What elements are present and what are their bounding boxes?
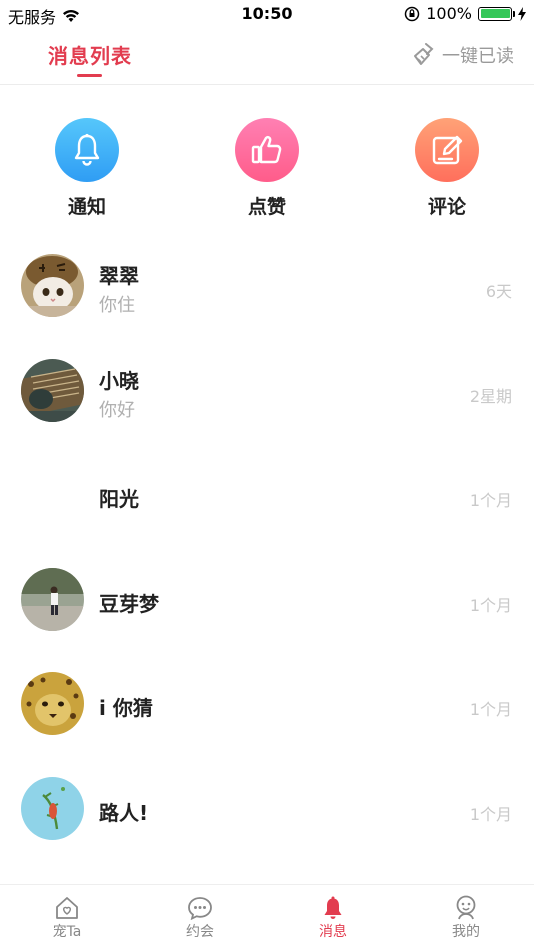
message-time: 1个月: [469, 700, 512, 719]
tab-pet[interactable]: 宠Ta: [27, 895, 107, 941]
battery-icon: [478, 6, 515, 21]
tab-bar: 宠Ta 约会 消息 我的: [0, 884, 534, 951]
tab-mine-label: 我的: [452, 924, 480, 940]
message-time: 1个月: [469, 804, 512, 824]
home-icon: [56, 897, 78, 919]
shortcut-bar: 通知 点赞 评论: [0, 118, 534, 228]
message-name: 阳光: [99, 487, 139, 511]
message-name: 翠翠: [99, 264, 139, 288]
charging-icon: [518, 6, 526, 21]
leopard-avatar: [21, 672, 84, 735]
notification-circle: [55, 118, 119, 182]
message-row[interactable]: i 你猜 1个月: [0, 652, 534, 757]
message-list: 翠翠 你住 6天 小晓 你好 2星期 阳光 1个月 豆芽梦 1个月 i 你猜 1…: [0, 234, 534, 861]
tab-messages-label: 消息: [319, 924, 347, 940]
bell-icon: [324, 896, 342, 919]
guitar-avatar: [21, 358, 84, 422]
battery-fill: [480, 9, 510, 18]
shortcut-comment-label: 评论: [427, 196, 466, 218]
status-right: 100%: [404, 4, 526, 23]
chat-icon: [188, 897, 212, 920]
like-circle: [235, 118, 299, 182]
broom-icon: [414, 43, 434, 65]
message-time: 1个月: [469, 491, 512, 510]
message-name: 小晓: [99, 368, 139, 393]
edit-icon: [432, 135, 463, 165]
tab-pet-label: 宠Ta: [52, 924, 82, 940]
read-all-button[interactable]: 一键已读: [412, 42, 514, 68]
message-time: 2星期: [469, 386, 512, 406]
message-name: 路人!: [99, 800, 149, 825]
message-time: 1个月: [469, 595, 512, 615]
tab-date[interactable]: 约会: [160, 895, 240, 941]
tab-messages[interactable]: 消息: [293, 895, 373, 941]
tab-mine[interactable]: 我的: [426, 895, 506, 941]
shortcut-notification[interactable]: 通知: [27, 118, 147, 219]
message-row[interactable]: 翠翠 你住 6天: [0, 234, 534, 339]
message-preview: 你好: [99, 399, 135, 421]
message-row[interactable]: 阳光 1个月: [0, 443, 534, 548]
bird-avatar: [21, 776, 84, 840]
status-bar: 无服务 10:50 100%: [0, 0, 534, 28]
tab-date-label: 约会: [186, 924, 214, 940]
message-name: 豆芽梦: [99, 591, 159, 616]
message-preview: 你住: [99, 295, 135, 316]
shortcut-notification-label: 通知: [67, 196, 106, 218]
header: 消息列表 一键已读: [0, 28, 534, 85]
shortcut-like[interactable]: 点赞: [207, 118, 327, 219]
battery-percent: 100%: [426, 4, 472, 23]
message-name: i 你猜: [99, 696, 153, 720]
message-row[interactable]: 路人! 1个月: [0, 757, 534, 862]
tab-message-list[interactable]: 消息列表: [48, 40, 132, 69]
profile-icon: [456, 895, 476, 920]
message-time: 6天: [485, 282, 512, 301]
comment-circle: [415, 118, 479, 182]
bell-icon: [74, 133, 100, 166]
rotation-lock-icon: [405, 6, 420, 21]
shortcut-comment[interactable]: 评论: [387, 118, 507, 219]
thumb-up-icon: [251, 136, 282, 164]
cat-avatar: [21, 254, 84, 317]
shortcut-like-label: 点赞: [247, 196, 286, 218]
read-all-label: 一键已读: [442, 46, 514, 67]
message-row[interactable]: 豆芽梦 1个月: [0, 548, 534, 653]
tab-active-indicator: [77, 74, 102, 77]
person-avatar: [21, 567, 84, 631]
message-row[interactable]: 小晓 你好 2星期: [0, 339, 534, 444]
